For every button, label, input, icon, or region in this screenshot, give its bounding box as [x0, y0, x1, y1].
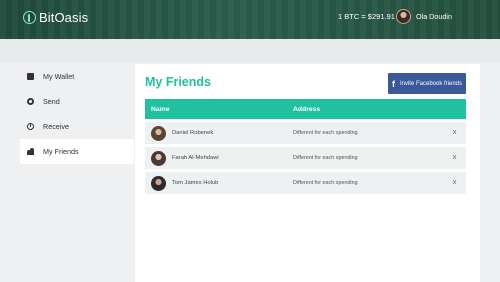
remove-friend-button[interactable]: X: [443, 155, 466, 161]
user-name[interactable]: Ola Doudin: [416, 12, 452, 21]
bitoasis-logo-icon: [23, 11, 36, 24]
friends-card: My Friends f Invite Facebook friends Nam…: [135, 64, 480, 282]
table-row: Tom James Holub Different for each spend…: [145, 172, 466, 194]
friend-address: Different for each spending: [293, 155, 358, 161]
sidebar-item-label: Receive: [43, 122, 69, 131]
table-row: Farah Al-Mehdawi Different for each spen…: [145, 147, 466, 169]
user-menu[interactable]: Ola Doudin: [396, 9, 452, 24]
invite-button-label: Invite Facebook friends: [399, 80, 463, 87]
invite-facebook-friends-button[interactable]: f Invite Facebook friends: [388, 73, 466, 94]
btc-rate: 1 BTC = $291.91: [338, 12, 395, 21]
header-band: [0, 39, 500, 63]
avatar[interactable]: [396, 9, 411, 24]
remove-friend-button[interactable]: X: [443, 180, 466, 186]
friend-name: Farah Al-Mehdawi: [172, 155, 219, 161]
page-title: My Friends: [145, 75, 211, 89]
table-header: Name Address: [145, 99, 466, 119]
column-header-name: Name: [151, 105, 170, 113]
friend-name-cell: Tom James Holub: [145, 175, 293, 191]
facebook-icon: f: [391, 78, 395, 89]
sidebar-item-label: My Friends: [43, 147, 79, 156]
sidebar-item-send[interactable]: Send: [20, 89, 134, 114]
avatar: [151, 175, 166, 191]
top-bar: BitOasis 1 BTC = $291.91 Ola Doudin: [0, 0, 500, 39]
sidebar-item-label: Send: [43, 97, 60, 106]
friend-name: Daniel Robenek: [172, 130, 214, 136]
sidebar-item-label: My Wallet: [43, 72, 75, 81]
friends-table: Name Address Daniel Robenek Different fo…: [145, 99, 466, 194]
sidebar-item-my-wallet[interactable]: My Wallet: [20, 64, 134, 89]
avatar: [151, 125, 166, 141]
sidebar-item-my-friends[interactable]: My Friends: [20, 139, 134, 164]
brand-name: BitOasis: [39, 10, 89, 25]
avatar: [151, 150, 166, 166]
remove-friend-button[interactable]: X: [443, 130, 466, 136]
friends-icon: [27, 148, 34, 155]
friend-address: Different for each spending: [293, 130, 358, 136]
column-header-address: Address: [293, 105, 321, 113]
friend-name-cell: Daniel Robenek: [145, 125, 293, 141]
wallet-icon: [27, 73, 34, 80]
table-row: Daniel Robenek Different for each spendi…: [145, 122, 466, 144]
receive-icon: [27, 123, 34, 130]
friend-address: Different for each spending: [293, 180, 358, 186]
send-icon: [27, 98, 34, 105]
sidebar: My Wallet Send Receive My Friends: [20, 64, 134, 164]
brand[interactable]: BitOasis: [23, 10, 88, 25]
friend-name-cell: Farah Al-Mehdawi: [145, 150, 293, 166]
sidebar-item-receive[interactable]: Receive: [20, 114, 134, 139]
friend-name: Tom James Holub: [172, 180, 219, 186]
